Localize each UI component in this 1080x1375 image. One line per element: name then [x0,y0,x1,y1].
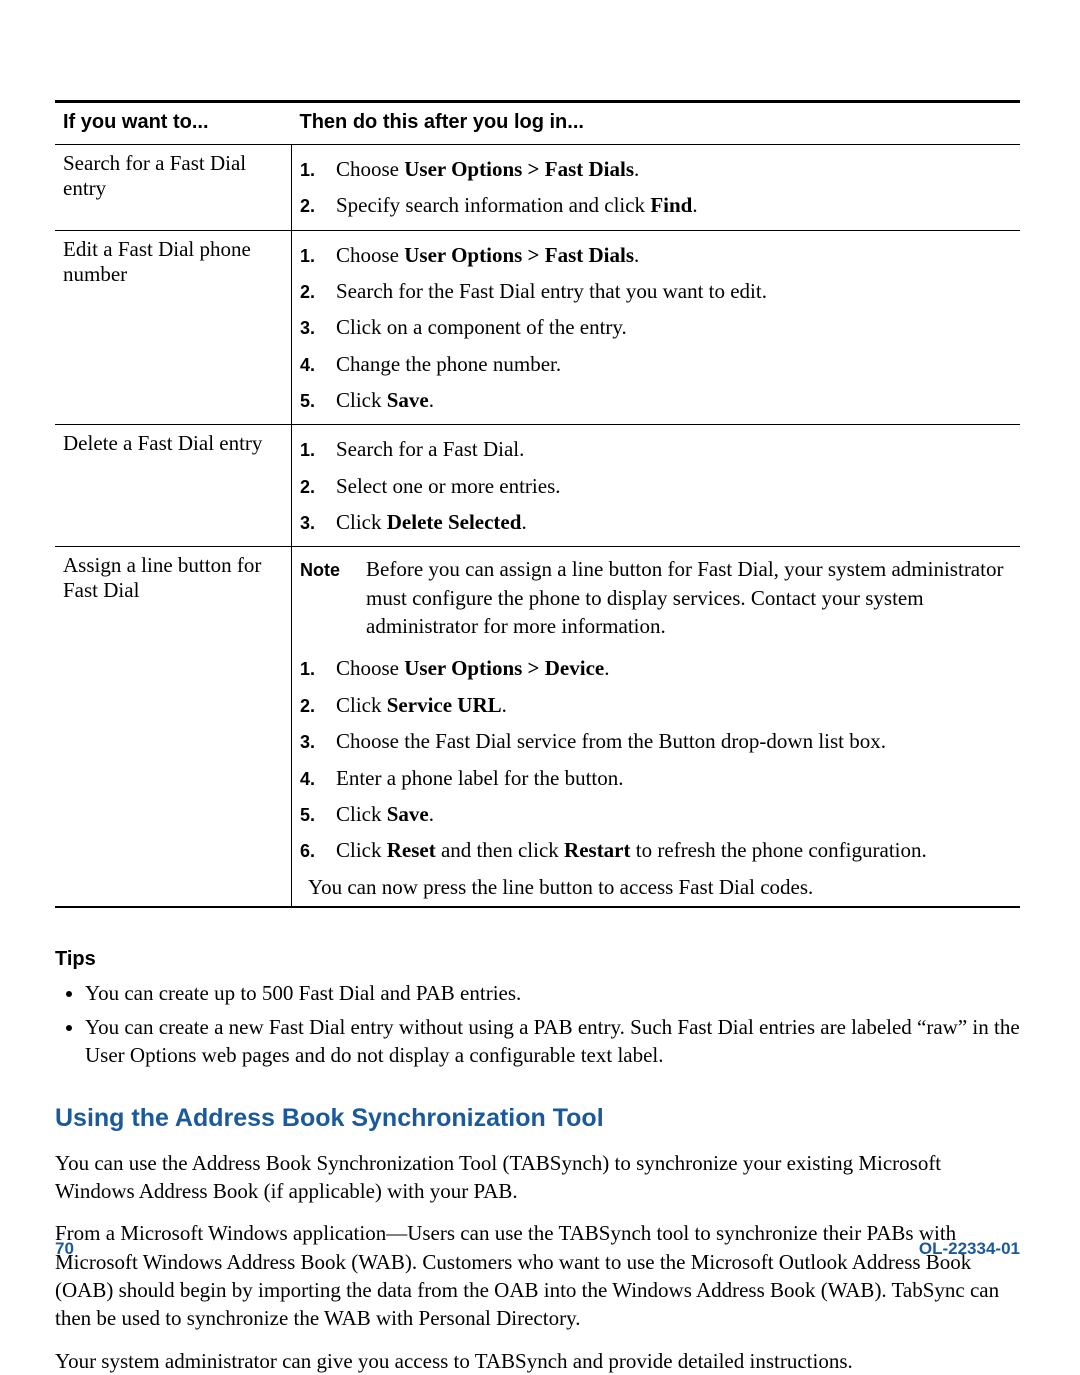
table-row: Search for a Fast Dial entry1.Choose Use… [55,145,1020,231]
step-item: 1.Search for a Fast Dial. [300,431,1012,467]
body-paragraph: You can use the Address Book Synchroniza… [55,1149,1020,1206]
step-item: 1.Choose User Options > Device. [300,650,1012,686]
step-number: 6. [300,841,322,862]
step-list: 1.Choose User Options > Fast Dials.2.Sea… [300,237,1012,419]
step-item: 2.Search for the Fast Dial entry that yo… [300,273,1012,309]
step-number: 2. [300,477,322,498]
step-item: 1.Choose User Options > Fast Dials. [300,237,1012,273]
page-number: 70 [55,1239,74,1259]
step-item: 6.Click Reset and then click Restart to … [300,832,1012,868]
step-number: 2. [300,282,322,303]
tips-list: You can create up to 500 Fast Dial and P… [85,979,1020,1070]
step-item: 4.Change the phone number. [300,346,1012,382]
step-number: 3. [300,318,322,339]
step-item: 1.Choose User Options > Fast Dials. [300,151,1012,187]
step-number: 1. [300,160,322,181]
step-number: 3. [300,732,322,753]
body-paragraphs: You can use the Address Book Synchroniza… [55,1149,1020,1375]
body-paragraph: Your system administrator can give you a… [55,1347,1020,1375]
document-id: OL-22334-01 [919,1239,1020,1259]
step-list: 1.Search for a Fast Dial.2.Select one or… [300,431,1012,540]
task-cell: Edit a Fast Dial phone number [55,230,292,425]
action-cell: 1.Choose User Options > Fast Dials.2.Sea… [292,230,1021,425]
step-list: 1.Choose User Options > Fast Dials.2.Spe… [300,151,1012,224]
step-number: 5. [300,805,322,826]
step-number: 2. [300,696,322,717]
step-number: 4. [300,355,322,376]
task-cell: Delete a Fast Dial entry [55,425,292,547]
fast-dial-table: If you want to... Then do this after you… [55,100,1020,908]
step-item: 2.Select one or more entries. [300,468,1012,504]
tips-item: You can create up to 500 Fast Dial and P… [85,979,1020,1007]
table-row: Assign a line button for Fast Dial Note Be… [55,547,1020,907]
step-item: 5.Click Save. [300,796,1012,832]
action-cell: Note Before you can assign a line button … [292,547,1021,907]
task-cell: Search for a Fast Dial entry [55,145,292,231]
page-footer: 70 OL-22334-01 [55,1239,1020,1259]
body-paragraph: From a Microsoft Windows application—Use… [55,1219,1020,1332]
table-row: Edit a Fast Dial phone number1.Choose Us… [55,230,1020,425]
table-header-row: If you want to... Then do this after you… [55,102,1020,145]
step-number: 1. [300,246,322,267]
step-item: 2.Click Service URL. [300,687,1012,723]
table-header-action: Then do this after you log in... [292,102,1021,145]
step-item: 3.Click Delete Selected. [300,504,1012,540]
action-cell: 1.Search for a Fast Dial.2.Select one or… [292,425,1021,547]
step-number: 5. [300,391,322,412]
tips-item: You can create a new Fast Dial entry wit… [85,1013,1020,1070]
table-header-task: If you want to... [55,102,292,145]
tips-heading: Tips [55,948,1020,971]
step-item: 3.Choose the Fast Dial service from the … [300,723,1012,759]
step-list: 1.Choose User Options > Device.2.Click S… [300,650,1012,868]
step-number: 1. [300,659,322,680]
step-number: 2. [300,196,322,217]
table-row: Delete a Fast Dial entry1.Search for a F… [55,425,1020,547]
document-page: If you want to... Then do this after you… [0,0,1080,1311]
task-cell: Assign a line button for Fast Dial [55,547,292,907]
step-item: 2.Specify search information and click F… [300,187,1012,223]
post-steps-text: You can now press the line button to acc… [300,869,1012,900]
note-block: Note Before you can assign a line button … [300,553,1012,650]
step-item: 3.Click on a component of the entry. [300,309,1012,345]
note-text: Before you can assign a line button for … [366,555,1012,640]
step-number: 3. [300,513,322,534]
step-item: 4.Enter a phone label for the button. [300,760,1012,796]
section-heading-tabsynch: Using the Address Book Synchronization T… [55,1104,1020,1133]
action-cell: 1.Choose User Options > Fast Dials.2.Spe… [292,145,1021,231]
step-number: 1. [300,440,322,461]
step-item: 5.Click Save. [300,382,1012,418]
note-label: Note [300,560,346,581]
step-number: 4. [300,769,322,790]
